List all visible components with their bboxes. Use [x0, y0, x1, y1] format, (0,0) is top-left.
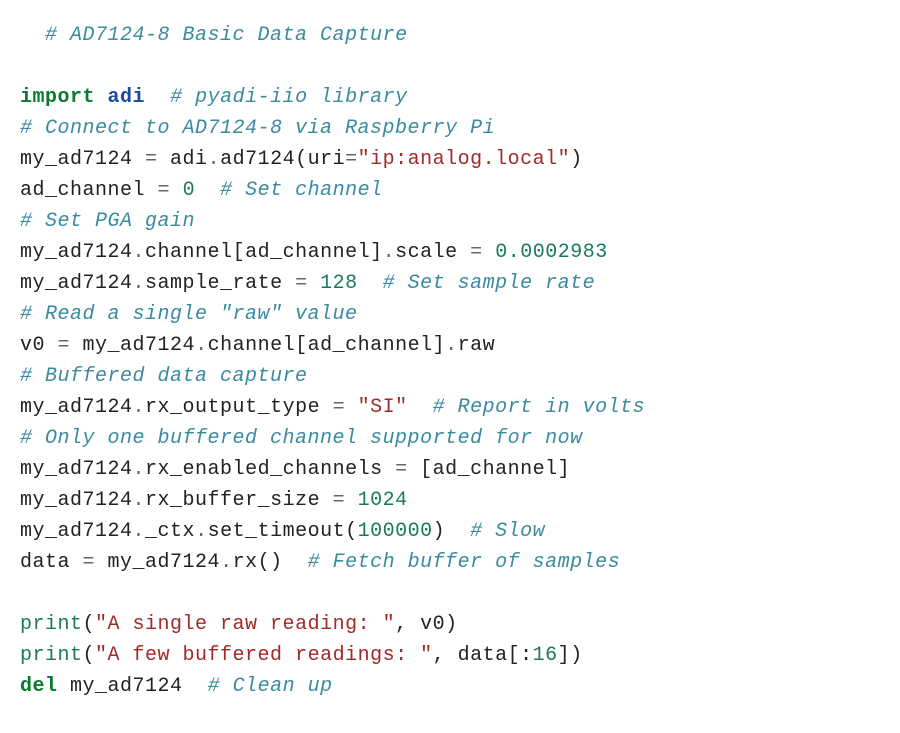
code-line: import adi # pyadi-iio library [20, 86, 408, 109]
code-line: my_ad7124.rx_enabled_channels = [ad_chan… [20, 458, 570, 481]
code-line: my_ad7124.channel[ad_channel].scale = 0.… [20, 241, 608, 264]
code-line: # Set PGA gain [20, 210, 195, 233]
code-line: ad_channel = 0 # Set channel [20, 179, 383, 202]
code-line: my_ad7124._ctx.set_timeout(100000) # Slo… [20, 520, 545, 543]
code-line: my_ad7124 = adi.ad7124(uri="ip:analog.lo… [20, 148, 583, 171]
code-line: # AD7124-8 Basic Data Capture [20, 24, 408, 47]
code-line: # Connect to AD7124-8 via Raspberry Pi [20, 117, 495, 140]
code-block: # AD7124-8 Basic Data Capture import adi… [20, 20, 880, 702]
code-line: data = my_ad7124.rx() # Fetch buffer of … [20, 551, 620, 574]
code-line: # Read a single "raw" value [20, 303, 358, 326]
code-line: # Only one buffered channel supported fo… [20, 427, 583, 450]
code-line: del my_ad7124 # Clean up [20, 675, 333, 698]
code-line: # Buffered data capture [20, 365, 308, 388]
code-line: my_ad7124.rx_output_type = "SI" # Report… [20, 396, 645, 419]
code-line: v0 = my_ad7124.channel[ad_channel].raw [20, 334, 495, 357]
code-line: my_ad7124.rx_buffer_size = 1024 [20, 489, 408, 512]
code-line: print("A few buffered readings: ", data[… [20, 644, 583, 667]
code-line: print("A single raw reading: ", v0) [20, 613, 458, 636]
code-line: my_ad7124.sample_rate = 128 # Set sample… [20, 272, 595, 295]
